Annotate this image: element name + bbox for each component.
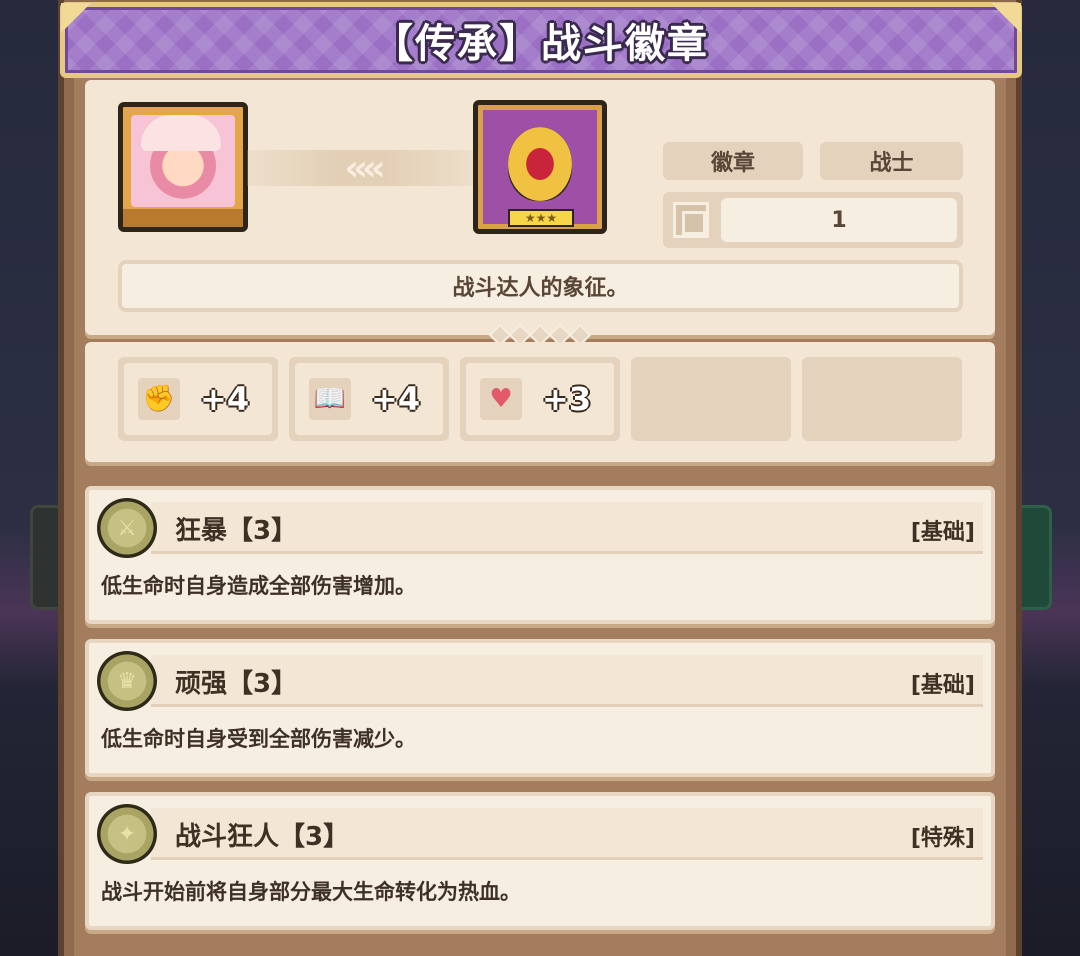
section-divider	[85, 323, 995, 347]
skill-type: [基础]	[910, 520, 975, 545]
stat-slot-empty	[631, 357, 791, 441]
item-count-value: 1	[721, 198, 957, 242]
flame-medal-icon: ✦	[97, 804, 157, 864]
stat-slot-attack[interactable]: ✊ +4	[118, 357, 278, 441]
stats-row: ✊ +4 📖 +4 ♥ +3	[85, 342, 995, 462]
portrait-frame-base	[123, 209, 243, 227]
title-banner: 【传承】战斗徽章	[60, 2, 1022, 78]
shield-medal-icon: ♛	[97, 651, 157, 711]
item-category-tag: 徽章	[663, 142, 803, 180]
star-rating-icon: ★★★	[508, 209, 574, 227]
stat-slot-magic[interactable]: 📖 +4	[289, 357, 449, 441]
skill-header: 战斗狂人【3】 [特殊]	[151, 808, 983, 860]
skill-card-battle-maniac[interactable]: 战斗狂人【3】 [特殊] ✦ 战斗开始前将自身部分最大生命转化为热血。	[85, 792, 995, 930]
badge-item-image[interactable]: ★★★	[473, 100, 607, 234]
item-count-field: 1	[663, 192, 963, 248]
skill-name: 狂暴【3】	[175, 516, 298, 546]
character-portrait[interactable]	[118, 102, 248, 232]
skill-card-tenacity[interactable]: 顽强【3】 [基础] ♛ 低生命时自身受到全部伤害减少。	[85, 639, 995, 777]
skill-description: 低生命时自身受到全部伤害减少。	[101, 727, 416, 751]
item-description: 战斗达人的象征。	[118, 260, 963, 312]
stat-slot-empty	[802, 357, 962, 441]
fist-icon: ✊	[138, 378, 180, 420]
banner-corner-icon	[61, 3, 91, 33]
skill-card-berserk[interactable]: 狂暴【3】 [基础] ⚔ 低生命时自身造成全部伤害增加。	[85, 486, 995, 624]
character-hat-icon	[141, 115, 221, 151]
inventory-icon	[673, 202, 709, 238]
banner-corner-icon	[991, 3, 1021, 33]
skill-description: 低生命时自身造成全部伤害增加。	[101, 574, 416, 598]
stat-slot-health[interactable]: ♥ +3	[460, 357, 620, 441]
heart-icon: ♥	[480, 378, 522, 420]
skill-header: 狂暴【3】 [基础]	[151, 502, 983, 554]
book-icon: 📖	[309, 378, 351, 420]
skill-name: 顽强【3】	[175, 669, 298, 699]
stat-value: +4	[200, 380, 250, 418]
chevron-left-icon: ‹‹‹‹	[344, 147, 385, 189]
sword-medal-icon: ⚔	[97, 498, 157, 558]
item-class-tag: 战士	[820, 142, 963, 180]
stat-value: +3	[542, 380, 592, 418]
stat-value: +4	[371, 380, 421, 418]
page-title: 【传承】战斗徽章	[373, 21, 709, 67]
transfer-arrow: ‹‹‹‹	[247, 147, 477, 189]
skill-type: [基础]	[910, 673, 975, 698]
badge-emblem-icon	[508, 127, 572, 201]
skill-description: 战斗开始前将自身部分最大生命转化为热血。	[101, 880, 521, 904]
item-info-card: ‹‹‹‹ ★★★ 徽章 战士 1 战斗达人的象征。	[85, 80, 995, 347]
skill-type: [特殊]	[910, 826, 975, 851]
skill-name: 战斗狂人【3】	[175, 822, 350, 852]
skill-header: 顽强【3】 [基础]	[151, 655, 983, 707]
